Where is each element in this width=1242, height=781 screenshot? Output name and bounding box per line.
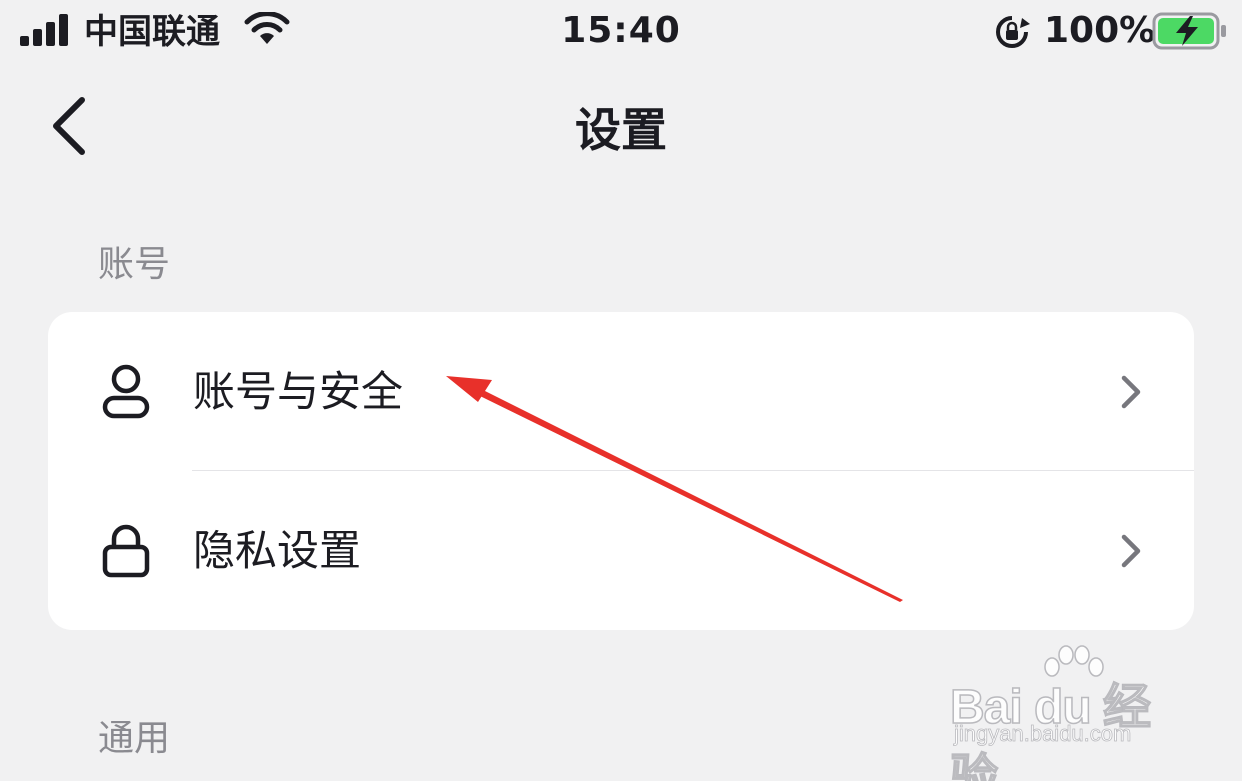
section-header-account: 账号 (98, 244, 171, 285)
battery-charging-icon (1152, 12, 1226, 50)
section-header-general: 通用 (98, 718, 171, 759)
chevron-right-icon (1121, 375, 1141, 409)
lock-icon (102, 524, 150, 578)
privacy-settings-label: 隐私设置 (193, 526, 362, 575)
watermark-url: jingyan.baidu.com (954, 721, 1132, 747)
account-security-label: 账号与安全 (193, 367, 404, 416)
user-icon (102, 364, 150, 419)
chevron-right-icon (1121, 534, 1141, 568)
privacy-settings-row[interactable]: 隐私设置 (48, 471, 1194, 629)
account-settings-card: 账号与安全 隐私设置 (48, 312, 1194, 630)
page-title: 设置 (575, 103, 667, 157)
account-security-row[interactable]: 账号与安全 (48, 312, 1194, 470)
battery-percent: 100% (1044, 10, 1156, 51)
rotation-lock-icon (996, 16, 1030, 48)
baidu-watermark: Bai du 经验 jingyan.baidu.com (949, 645, 1190, 781)
status-bar: 中国联通 15:40 100% (0, 0, 1242, 64)
